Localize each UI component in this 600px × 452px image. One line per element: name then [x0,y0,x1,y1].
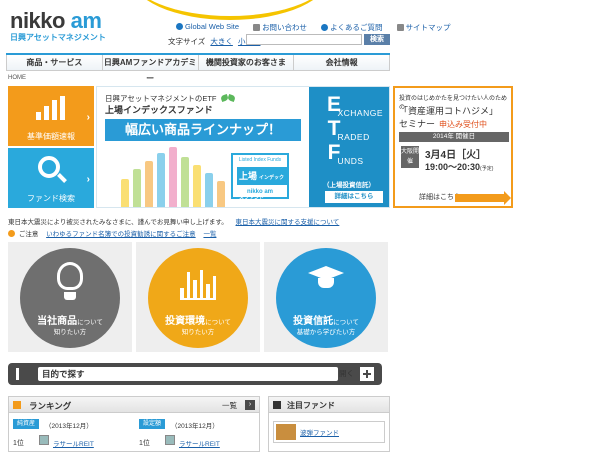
breadcrumb[interactable]: HOME [8,75,26,81]
chevron-right-icon: › [86,112,90,123]
magnifier-icon [38,156,60,178]
site-logo[interactable]: nikko am 日興アセットマネジメント [10,8,106,43]
ranking-box: ランキング 一覧 › 純資産 （2013年12月） 設定額 （2013年12月）… [8,396,260,452]
global-site-link[interactable]: Global Web Site [176,22,239,33]
ranking-fund-link[interactable]: ラサールREIT [53,438,94,448]
arrow-right-icon [455,191,511,205]
purpose-search-label: 目的で探す [38,367,338,381]
chevron-right-icon[interactable]: › [245,400,255,410]
crown-icon [13,401,21,409]
logo-main: nikko [10,8,65,33]
mail-icon [253,24,261,31]
warning-label: ご注意 [18,231,39,238]
featured-title: 注目ファンド [287,401,335,410]
bar-chart-icon [180,270,216,300]
fund-thumbnail [276,424,296,440]
environment-circle-panel[interactable]: 投資環境について 知りたい方 [136,242,260,352]
price-quote-label: 基準価額速報 [27,132,75,141]
circle-subtitle: 知りたい方 [53,329,87,336]
logo-accent: am [70,8,102,33]
faq-link[interactable]: よくあるご質問 [321,22,383,33]
ranking-period: （2013年12月） [45,423,93,430]
global-nav: 商品・サービス 日興AMファンドアカデミー 機関投資家のお客さま 会社情報 [6,53,390,83]
globe-icon [176,23,183,30]
warning-icon [8,230,15,237]
ranking-position: 1位 [139,440,150,447]
ranking-tag-inflow: 設定額 [139,419,166,429]
contact-link[interactable]: お問い合わせ [253,22,307,33]
fund-thumbnail [39,435,49,445]
lightbulb-icon [57,262,83,290]
decorative-arc [130,0,330,20]
plus-icon[interactable] [360,367,374,381]
banner-line2: 上場インデックスファンド [105,105,213,115]
rising-arrows-graphic [119,143,229,207]
utility-links: Global Web Site お問い合わせ よくあるご質問 サイトマップ [176,22,451,33]
etf-detail-button[interactable]: 詳細はこちら [325,191,383,203]
earthquake-notice: 東日本大震災により被災されたみなさまに、謹んでお見舞い申し上げます。 [8,219,228,226]
seminar-venue: 大阪開催 [401,146,419,168]
fund-search-label: ファンド検索 [27,194,75,203]
banner-headline: 幅広い商品ラインナップ！ [105,119,301,141]
seminar-time-note: (予定) [480,166,494,172]
etf-words: XCHANGE RADED UNDS [337,108,383,166]
featured-fund-link[interactable]: 波弾ファンド [300,427,339,437]
ranking-fund-link[interactable]: ラサールREIT [179,438,220,448]
nav-institutional[interactable]: 機関投資家のお客さま [199,55,295,70]
font-size-label: 文字サイズ [168,37,206,46]
purpose-open-label: 開く [339,369,354,378]
nav-products[interactable]: 商品・サービス [6,55,103,70]
seminar-title: 「資産運用コトハジメ」 [399,106,499,116]
ranking-title: ランキング [29,401,72,411]
sitemap-icon [396,24,404,31]
seminar-year: 2014年 開催日 [399,132,509,142]
star-icon [273,401,281,409]
graduation-cap-icon [308,266,344,288]
seminar-time: 19:00～20:30 [425,162,481,172]
earthquake-support-link[interactable]: 東日本大震災に関する支援について [236,219,340,226]
featured-fund-item[interactable]: 波弾ファンド [273,421,385,443]
purpose-search-bar[interactable]: 目的で探す 開く [8,363,382,385]
bar-chart-icon [36,96,66,120]
ranking-period: （2013年12月） [171,423,219,430]
basics-circle-panel[interactable]: 投資信託について 基礎から学びたい方 [264,242,388,352]
etf-banner[interactable]: 日興アセットマネジメントのETF 上場インデックスファンド 幅広い商品ラインナッ… [96,86,390,208]
search-input[interactable] [246,34,362,45]
nav-academy[interactable]: 日興AMファンドアカデミー [103,55,199,83]
circle-subtitle: 基礎から学びたい方 [296,329,356,336]
price-quote-tile[interactable]: › 基準価額速報 [8,86,94,146]
ranking-position: 1位 [13,440,24,447]
sprout-icon [221,95,235,107]
notice-list-link[interactable]: 一覧 [203,231,216,238]
fund-search-tile[interactable]: › ファンド検索 [8,148,94,208]
seminar-date: 3月4日［火］ [425,150,487,161]
section-marker-icon [16,368,19,380]
ranking-tag-net-assets: 純資産 [13,419,40,429]
chevron-right-icon: › [86,174,90,185]
index-fund-badge: Listed Index Funds 上場 インデックスファンド nikko am [231,153,289,201]
ranking-all-link[interactable]: 一覧 [222,400,237,411]
search-button[interactable]: 検索 [364,34,390,45]
products-circle-panel[interactable]: 当社商品について 知りたい方 [8,242,132,352]
seminar-banner[interactable]: 投資のはじめかたを見つけたい人のための 「資産運用コトハジメ」 セミナー 申込み受… [393,86,513,208]
seminar-title2: セミナー [399,119,436,129]
warning-link[interactable]: いわゆるファンド名簿での投資勧誘に関するご注意 [46,231,196,238]
featured-fund-box: 注目ファンド 波弾ファンド [268,396,390,452]
nav-company[interactable]: 会社情報 [294,55,390,70]
logo-subtitle: 日興アセットマネジメント [10,33,106,42]
circle-subtitle: 知りたい方 [181,329,215,336]
sitemap-link[interactable]: サイトマップ [396,22,451,33]
font-size-large-link[interactable]: 大きく [210,37,233,46]
seminar-status: 申込み受付中 [439,120,488,129]
question-icon [321,24,329,31]
etf-subtitle: （上場投資信託） [323,182,375,189]
fund-thumbnail [165,435,175,445]
